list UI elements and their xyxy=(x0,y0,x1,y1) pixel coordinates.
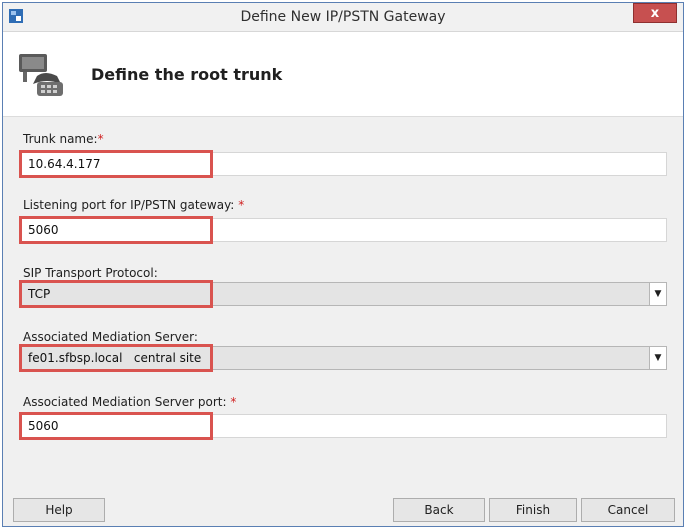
mediation-server-select[interactable]: fe01.sfbsp.local central site ▼ xyxy=(21,346,667,370)
back-button[interactable]: Back xyxy=(393,498,485,522)
window-title: Define New IP/PSTN Gateway xyxy=(240,9,446,25)
listening-port-label: Listening port for IP/PSTN gateway: * xyxy=(23,198,244,212)
mediation-server-value: fe01.sfbsp.local central site xyxy=(28,351,202,365)
dialog-window: Define New IP/PSTN Gateway x Define the … xyxy=(2,2,684,527)
button-bar: Help Back Finish Cancel xyxy=(3,476,683,526)
trunk-name-input[interactable]: 10.64.4.177 xyxy=(21,152,667,176)
wizard-header: Define the root trunk xyxy=(3,32,683,116)
sip-transport-label: SIP Transport Protocol: xyxy=(23,266,158,280)
close-button[interactable]: x xyxy=(633,3,677,23)
mediation-port-label: Associated Mediation Server port: * xyxy=(23,395,236,409)
chevron-down-icon[interactable]: ▼ xyxy=(649,283,666,305)
title-bar: Define New IP/PSTN Gateway x xyxy=(3,3,683,32)
page-title: Define the root trunk xyxy=(91,65,283,84)
mediation-port-label-text: Associated Mediation Server port: xyxy=(23,395,227,409)
listening-port-label-text: Listening port for IP/PSTN gateway: xyxy=(23,198,235,212)
phone-gateway-icon xyxy=(19,54,63,96)
chevron-down-icon[interactable]: ▼ xyxy=(649,347,666,369)
mediation-port-input[interactable]: 5060 xyxy=(21,414,667,438)
mediation-server-label: Associated Mediation Server: xyxy=(23,330,198,344)
finish-button[interactable]: Finish xyxy=(489,498,577,522)
cancel-button[interactable]: Cancel xyxy=(581,498,675,522)
trunk-name-label-text: Trunk name: xyxy=(23,132,98,146)
trunk-name-label: Trunk name:* xyxy=(23,132,104,146)
form-area: Trunk name:* 10.64.4.177 Listening port … xyxy=(3,116,683,476)
sip-transport-value: TCP xyxy=(28,287,51,301)
required-mark: * xyxy=(97,132,104,146)
sip-transport-select[interactable]: TCP ▼ xyxy=(21,282,667,306)
required-mark: * xyxy=(238,198,245,212)
required-mark: * xyxy=(230,395,237,409)
listening-port-input[interactable]: 5060 xyxy=(21,218,667,242)
help-button[interactable]: Help xyxy=(13,498,105,522)
